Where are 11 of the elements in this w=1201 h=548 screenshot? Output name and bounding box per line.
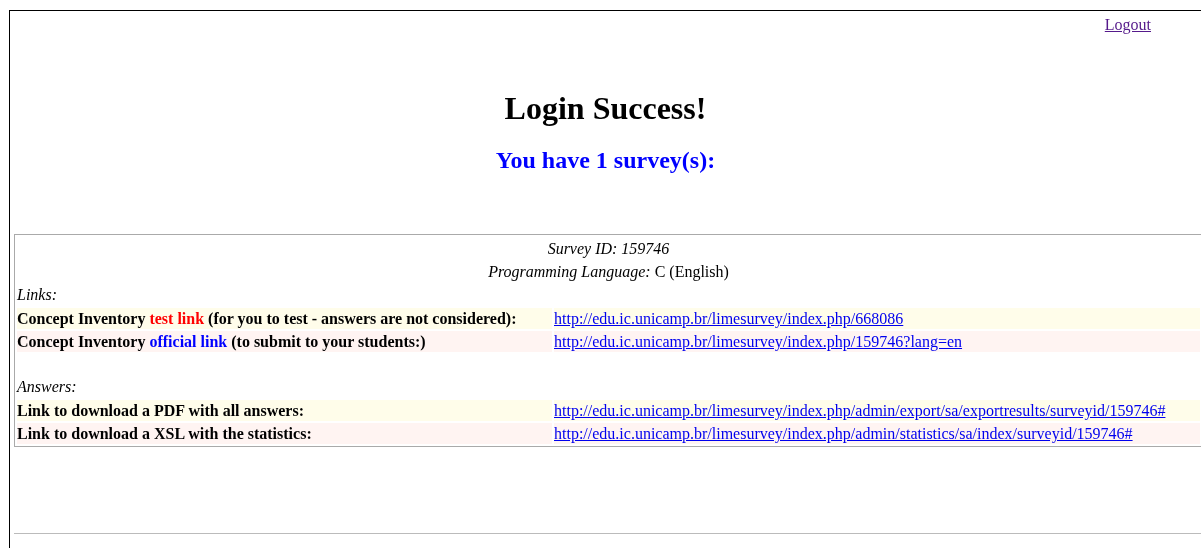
section-heading: Answers: — [17, 377, 78, 397]
page-title: Login Success! — [503, 89, 708, 128]
section-heading: Links: — [17, 285, 58, 305]
programming-language: Programming Language: C (English) — [487, 262, 730, 283]
row-label: Link to download a PDF with all answers: — [17, 400, 552, 421]
row-label: Concept Inventory official link (to submit to your students:) — [17, 331, 552, 352]
survey-id: Survey ID: 159746 — [546, 239, 671, 260]
row-label: Concept Inventory test link (for you to test - answers are not considered): — [17, 308, 552, 329]
logout-link[interactable]: Logout — [1104, 16, 1151, 36]
survey-count-heading: You have 1 survey(s): — [494, 146, 717, 175]
row-label: Link to download a XSL with the statistics: — [17, 423, 552, 444]
